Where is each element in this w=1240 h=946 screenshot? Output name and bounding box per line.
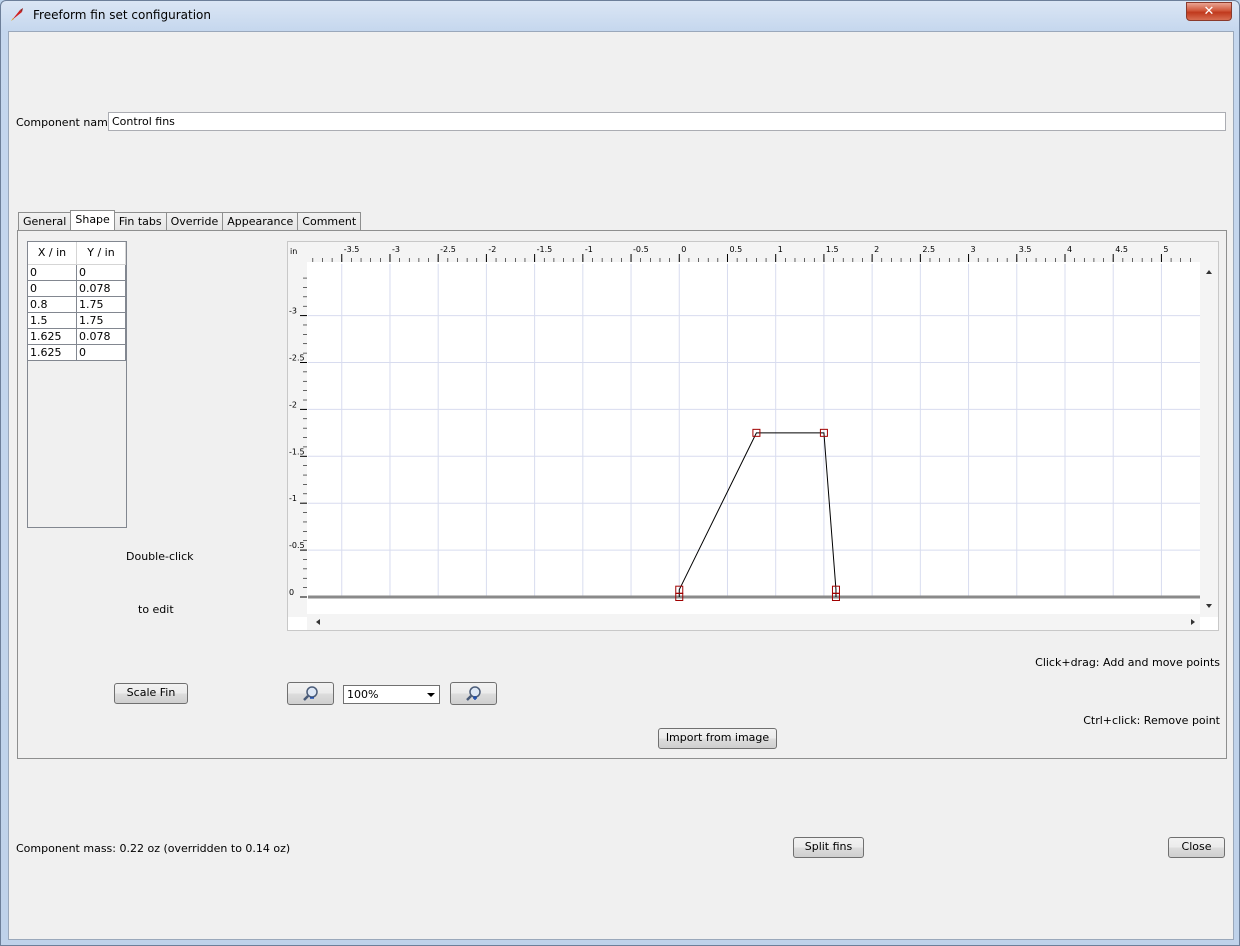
zoom-out-icon (302, 686, 318, 701)
table-row[interactable]: 0 0.078 (28, 281, 126, 297)
cell-y[interactable]: 0.078 (77, 281, 126, 297)
cell-x[interactable]: 0.8 (28, 297, 77, 313)
x-tick-label: -3 (392, 245, 400, 254)
x-tick-label: 3 (971, 245, 976, 254)
cell-x[interactable]: 0 (28, 265, 77, 281)
y-tick-label: -2 (289, 400, 297, 409)
x-tick-label: 1.5 (826, 245, 839, 254)
table-row[interactable]: 1.625 0 (28, 345, 126, 361)
tab-shape[interactable]: Shape (70, 210, 115, 230)
title-bar: Freeform fin set configuration ✕ (1, 1, 1239, 31)
scale-fin-button[interactable]: Scale Fin (114, 683, 188, 704)
chevron-down-icon (427, 693, 435, 697)
x-tick-label: 0.5 (729, 245, 742, 254)
tab-fin-tabs[interactable]: Fin tabs (113, 212, 167, 230)
x-tick-label: -1 (585, 245, 593, 254)
cell-x[interactable]: 1.625 (28, 329, 77, 345)
cell-x[interactable]: 0 (28, 281, 77, 297)
x-tick-label: 2 (874, 245, 879, 254)
zoom-out-button[interactable] (287, 682, 334, 705)
dialog-window: Freeform fin set configuration ✕ Compone… (0, 0, 1240, 946)
tab-bar: General Shape Fin tabs Override Appearan… (18, 210, 362, 230)
split-fins-button[interactable]: Split fins (793, 837, 864, 858)
y-tick-label: -2.5 (289, 353, 305, 362)
zoom-value: 100% (347, 688, 379, 701)
zoom-in-icon (465, 686, 481, 701)
points-table[interactable]: X / in Y / in 00 0 0.078 0.8 1.75 1.5 1.75 … (27, 241, 127, 528)
table-row[interactable]: 1.625 0.078 (28, 329, 126, 345)
fin-shape-plot[interactable]: -3.5 -3 -2.5 -2 -1.5 -1 -0.5 0 0.5 1 1.5 2 2.5 3 3.5 4 4… (287, 241, 1219, 631)
x-tick-label: -2.5 (440, 245, 456, 254)
y-tick-label: -1.5 (289, 447, 305, 456)
cell-y[interactable]: 1.75 (77, 313, 126, 329)
tab-override[interactable]: Override (165, 212, 224, 230)
y-tick-label: 0 (289, 588, 294, 597)
cell-y[interactable]: 1.75 (77, 297, 126, 313)
component-name-input[interactable]: Control fins (108, 112, 1226, 131)
x-ruler (288, 242, 1218, 262)
cell-x[interactable]: 1.625 (28, 345, 77, 361)
y-tick-label: -1 (289, 494, 297, 503)
cell-y[interactable]: 0.078 (77, 329, 126, 345)
to-edit-hint: to edit (138, 603, 174, 616)
tab-comment[interactable]: Comment (297, 212, 362, 230)
close-button[interactable]: Close (1168, 837, 1225, 858)
x-tick-label: 2.5 (922, 245, 935, 254)
import-from-image-button[interactable]: Import from image (658, 728, 777, 749)
window-title: Freeform fin set configuration (33, 8, 211, 22)
x-tick-label: 4.5 (1115, 245, 1128, 254)
y-tick-label: -0.5 (289, 541, 305, 550)
window-close-icon[interactable]: ✕ (1186, 2, 1232, 21)
table-row[interactable]: 0.8 1.75 (28, 297, 126, 313)
column-header-y[interactable]: Y / in (77, 242, 126, 264)
y-tick-label: -3 (289, 307, 297, 316)
unit-label: in (290, 247, 297, 256)
x-tick-label: 3.5 (1019, 245, 1032, 254)
x-tick-label: -2 (488, 245, 496, 254)
cell-x[interactable]: 1.5 (28, 313, 77, 329)
zoom-in-button[interactable] (450, 682, 497, 705)
shape-tab-panel: X / in Y / in 00 0 0.078 0.8 1.75 1.5 1.75 … (17, 230, 1227, 759)
x-tick-label: 1 (778, 245, 783, 254)
x-tick-label: -3.5 (344, 245, 360, 254)
cell-y[interactable]: 0 (77, 345, 126, 361)
horizontal-scrollbar (307, 614, 1200, 630)
x-tick-label: -0.5 (633, 245, 649, 254)
vertical-scrollbar (1200, 262, 1218, 617)
tab-appearance[interactable]: Appearance (222, 212, 299, 230)
component-mass-label: Component mass: 0.22 oz (overridden to 0… (16, 842, 291, 855)
x-tick-label: 0 (681, 245, 686, 254)
fin-shape-plot-canvas[interactable]: -3.5 -3 -2.5 -2 -1.5 -1 -0.5 0 0.5 1 1.5 2 2.5 3 3.5 4 4… (288, 242, 1218, 630)
component-name-label: Component name: (16, 116, 119, 129)
rocket-app-icon (11, 8, 23, 21)
double-click-hint: Double-click (126, 550, 194, 563)
click-drag-hint: Click+drag: Add and move points (1035, 656, 1220, 669)
table-row[interactable]: 00 (28, 265, 126, 281)
x-tick-label: -1.5 (537, 245, 553, 254)
x-tick-label: 5 (1163, 245, 1168, 254)
points-table-header: X / in Y / in (28, 242, 126, 265)
zoom-select[interactable]: 100% (343, 685, 440, 704)
dialog-content: Component name: Control fins General Sha… (8, 31, 1234, 940)
table-row[interactable]: 1.5 1.75 (28, 313, 126, 329)
cell-y[interactable]: 0 (77, 265, 126, 281)
x-tick-label: 4 (1067, 245, 1072, 254)
ctrl-click-hint: Ctrl+click: Remove point (1083, 714, 1220, 727)
column-header-x[interactable]: X / in (28, 242, 77, 264)
tab-general[interactable]: General (18, 212, 72, 230)
